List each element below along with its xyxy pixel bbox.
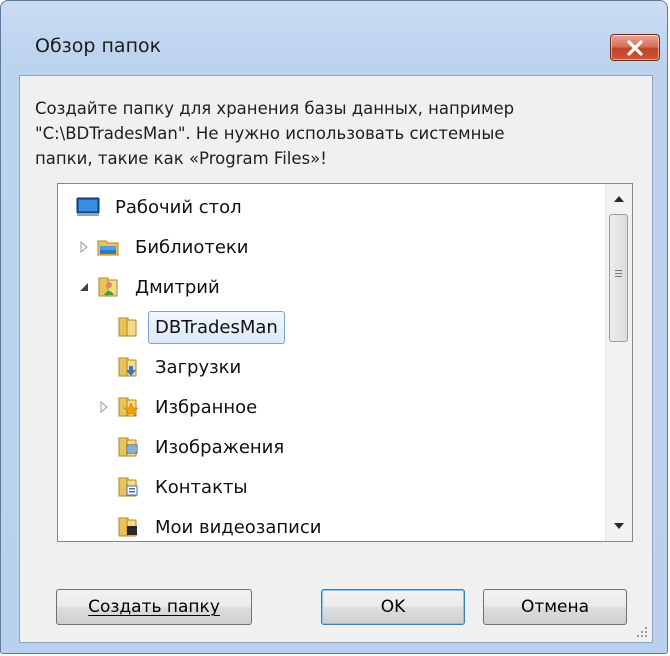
- tree-item-label: Загрузки: [155, 356, 242, 378]
- desktop-icon: [76, 197, 100, 216]
- scroll-down-button[interactable]: [606, 513, 632, 539]
- cancel-button[interactable]: Отмена: [483, 589, 627, 625]
- pictures-folder-icon: [118, 437, 138, 457]
- close-icon: [627, 40, 643, 56]
- tree-item-favorites[interactable]: Избранное: [96, 387, 264, 427]
- ok-label: OK: [380, 597, 406, 617]
- new-folder-button[interactable]: Создать папку: [56, 589, 252, 625]
- folder-tree[interactable]: Рабочий стол Библиотеки Дмитрий DBTrades…: [57, 183, 633, 542]
- downloads-folder-icon: [118, 357, 137, 377]
- user-folder-icon: [98, 277, 118, 297]
- grip-icon: [615, 270, 622, 279]
- instruction-line: "C:\BDTradesMan". Не нужно использовать …: [35, 124, 505, 143]
- tree-item-libraries[interactable]: Библиотеки: [76, 227, 256, 267]
- videos-folder-icon: [118, 517, 137, 537]
- favorites-folder-icon: [118, 397, 139, 417]
- tree-item-label: Контакты: [155, 476, 248, 498]
- dialog-body: Создайте папку для хранения базы данных,…: [19, 75, 653, 643]
- tree-item-pictures[interactable]: Изображения: [116, 427, 291, 467]
- libraries-icon: [97, 240, 119, 256]
- browse-folder-dialog: Обзор папок Создайте папку для хранения …: [0, 0, 668, 654]
- new-folder-label: Создать папку: [88, 597, 220, 617]
- tree-item-dbtradesman[interactable]: DBTradesMan: [116, 307, 285, 347]
- title-bar[interactable]: Обзор папок: [1, 1, 667, 61]
- arrow-up-icon: [614, 196, 624, 202]
- expand-arrow-icon[interactable]: [96, 399, 112, 415]
- folder-icon: [118, 317, 137, 337]
- expand-arrow-icon[interactable]: [76, 239, 92, 255]
- close-button[interactable]: [610, 34, 660, 61]
- scroll-up-button[interactable]: [606, 186, 632, 212]
- resize-grip-icon[interactable]: [636, 626, 648, 638]
- collapse-arrow-icon[interactable]: [76, 279, 92, 295]
- tree-item-label: Дмитрий: [135, 276, 220, 298]
- scrollbar-thumb[interactable]: [609, 214, 628, 342]
- tree-item-downloads[interactable]: Загрузки: [116, 347, 248, 387]
- dialog-title: Обзор папок: [35, 35, 162, 57]
- ok-button[interactable]: OK: [321, 589, 465, 625]
- tree-item-contacts[interactable]: Контакты: [116, 467, 255, 507]
- tree-item-label: Рабочий стол: [115, 196, 242, 218]
- tree-item-user[interactable]: Дмитрий: [76, 267, 227, 307]
- arrow-down-icon: [614, 523, 624, 529]
- tree-item-label: Изображения: [155, 436, 285, 458]
- cancel-label: Отмена: [520, 597, 590, 617]
- instruction-text: Создайте папку для хранения базы данных,…: [35, 96, 635, 171]
- contacts-folder-icon: [118, 477, 138, 497]
- tree-item-label: Библиотеки: [135, 236, 249, 258]
- vertical-scrollbar[interactable]: [605, 184, 632, 541]
- tree-item-videos[interactable]: Мои видеозаписи: [116, 507, 328, 541]
- instruction-line: Создайте папку для хранения базы данных,…: [35, 99, 515, 118]
- instruction-line: папки, такие как «Program Files»!: [35, 149, 327, 168]
- tree-item-label: DBTradesMan: [148, 310, 285, 344]
- tree-item-desktop[interactable]: Рабочий стол: [76, 187, 249, 227]
- tree-item-label: Мои видеозаписи: [155, 516, 322, 538]
- tree-item-label: Избранное: [155, 396, 258, 418]
